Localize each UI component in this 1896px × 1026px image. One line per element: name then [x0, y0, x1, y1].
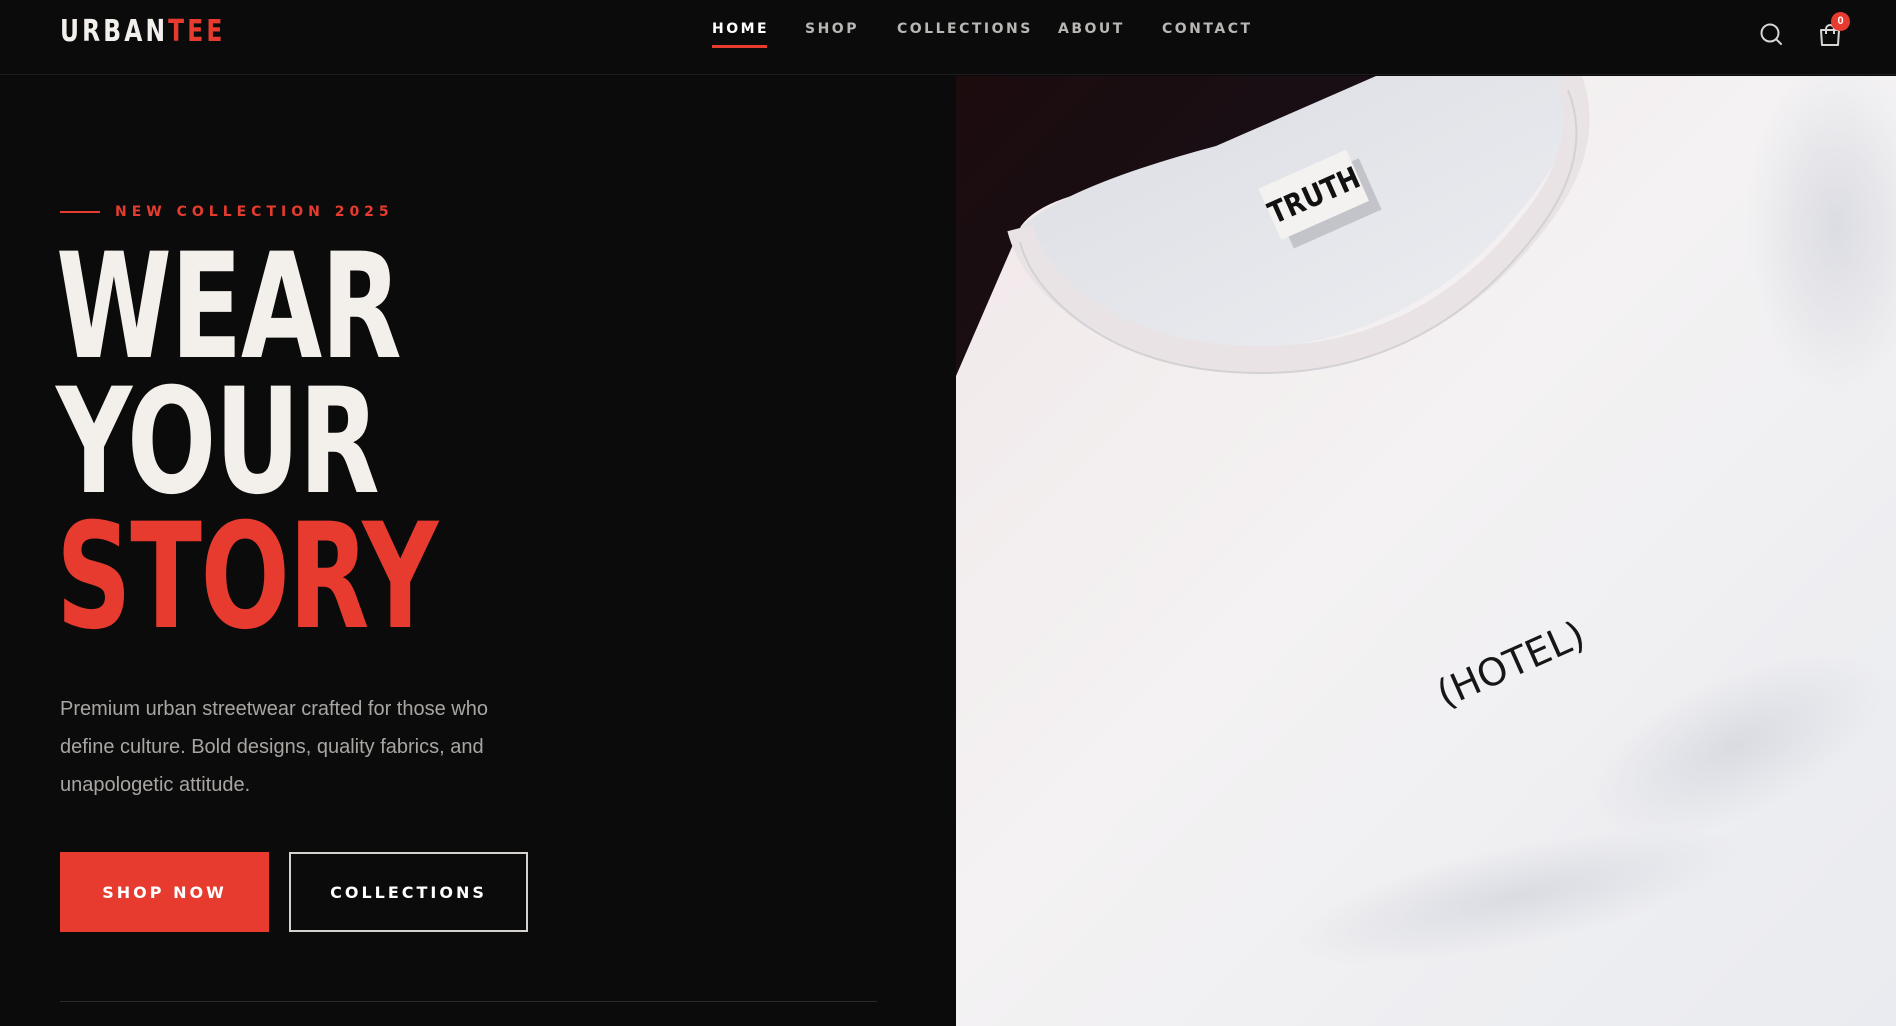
hero-eyebrow: NEW COLLECTION 2025	[60, 204, 394, 220]
cart-count-badge: 0	[1831, 12, 1850, 31]
main-nav: HOME SHOP COLLECTIONS ABOUT CONTACT	[0, 21, 1896, 51]
nav-contact[interactable]: CONTACT	[1162, 21, 1253, 37]
eyebrow-line	[60, 211, 100, 213]
headline-line-3: STORY	[56, 492, 438, 662]
collections-button[interactable]: COLLECTIONS	[289, 852, 528, 932]
nav-collections[interactable]: COLLECTIONS	[897, 21, 1033, 37]
nav-home[interactable]: HOME	[712, 21, 769, 48]
hero-description: Premium urban streetwear crafted for tho…	[60, 698, 488, 796]
hero-divider	[60, 1001, 877, 1002]
nav-shop[interactable]: SHOP	[805, 21, 859, 37]
eyebrow-text: NEW COLLECTION 2025	[115, 204, 394, 220]
headline-line-1: WEAR	[56, 222, 402, 392]
shop-now-button[interactable]: SHOP NOW	[60, 852, 269, 932]
nav-about[interactable]: ABOUT	[1058, 21, 1125, 37]
headline-line-2: YOUR	[56, 357, 380, 527]
search-icon[interactable]	[1754, 18, 1788, 52]
hero-headline: WEAR YOUR STORY	[56, 222, 438, 662]
site-header: URBANTEE HOME SHOP COLLECTIONS ABOUT CON…	[0, 0, 1896, 75]
hero-tshirt-image: TRUTH (HOTEL)	[956, 76, 1896, 1026]
